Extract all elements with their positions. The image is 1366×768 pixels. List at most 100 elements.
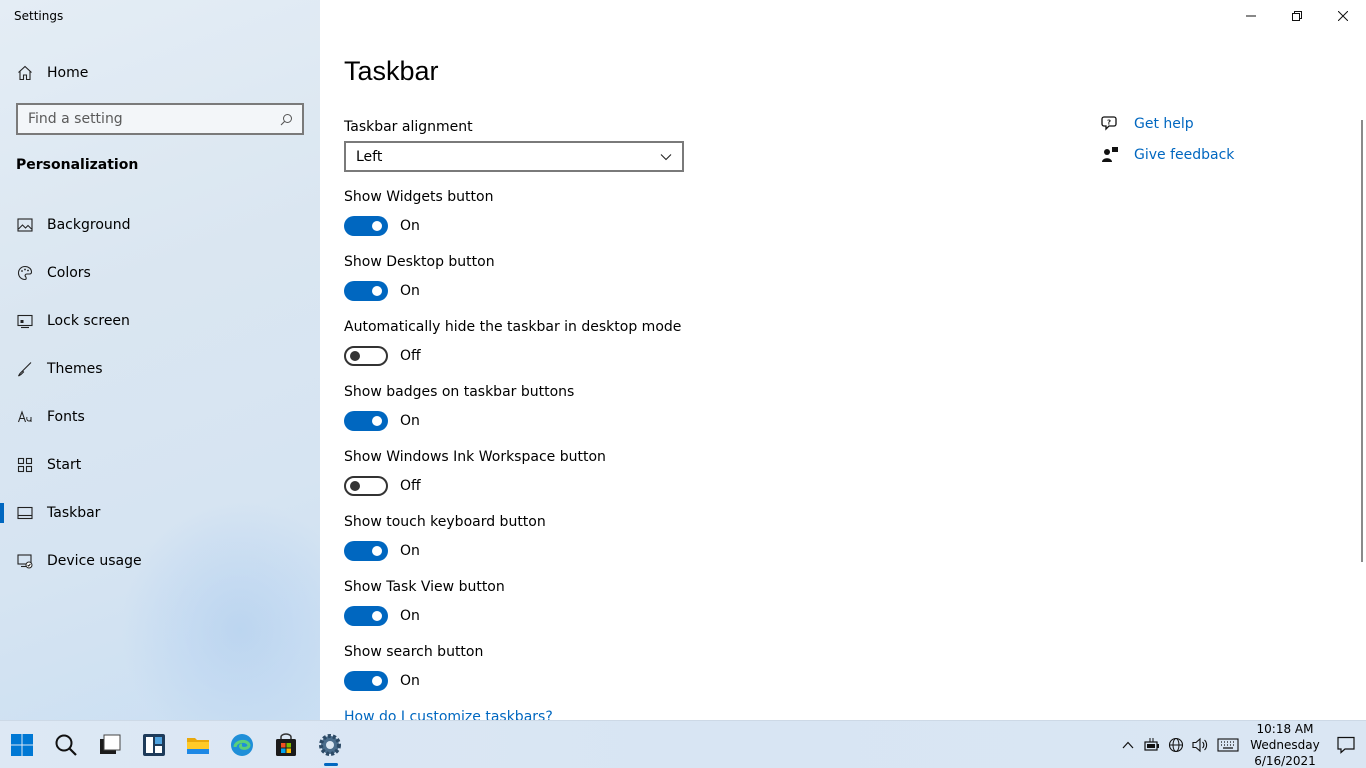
search-toggle-row: On <box>344 670 420 692</box>
clock[interactable]: 10:18 AM Wednesday 6/16/2021 <box>1250 721 1320 768</box>
start-grid-icon <box>16 456 34 474</box>
minimize-icon <box>1246 15 1256 17</box>
autohide-toggle-row: Off <box>344 345 421 367</box>
give-feedback-link[interactable]: Give feedback <box>1100 139 1234 170</box>
file-explorer-icon[interactable] <box>176 721 220 768</box>
toggle-label: Show Task View button <box>344 579 505 595</box>
fonts-icon <box>16 408 34 426</box>
restore-button[interactable] <box>1274 0 1320 32</box>
main-content: Taskbar Taskbar alignment Left Show Widg… <box>320 0 1366 720</box>
start-icon[interactable] <box>0 721 44 768</box>
feedback-person-icon <box>1100 145 1120 165</box>
nav-home-label: Home <box>47 65 89 81</box>
task-view-toggle[interactable] <box>344 606 388 626</box>
autohide-toggle[interactable] <box>344 346 388 366</box>
ink-toggle-row: Off <box>344 475 421 497</box>
help-panel: ? Get help Give feedback <box>1100 108 1234 170</box>
sidebar-item-label: Lock screen <box>47 313 130 329</box>
search-icon[interactable] <box>278 111 294 127</box>
settings-icon[interactable] <box>308 721 352 768</box>
toggle-label: Show touch keyboard button <box>344 514 546 530</box>
keyboard-icon[interactable] <box>1212 733 1244 757</box>
toggle-state: On <box>400 543 420 559</box>
sidebar-item-label: Fonts <box>47 409 85 425</box>
chevron-down-icon <box>660 151 672 163</box>
globe-icon[interactable] <box>1164 733 1188 757</box>
toggle-label: Show Desktop button <box>344 254 495 270</box>
ink-toggle[interactable] <box>344 476 388 496</box>
svg-text:?: ? <box>1107 118 1111 126</box>
search-icon[interactable] <box>44 721 88 768</box>
customize-taskbars-link[interactable]: How do I customize taskbars? <box>344 709 553 720</box>
app-title: Settings <box>14 9 64 23</box>
touch-keyboard-toggle-row: On <box>344 540 420 562</box>
clock-time: 10:18 AM <box>1256 722 1314 736</box>
sidebar-item-device-usage[interactable]: Device usage <box>0 537 320 585</box>
desktop-toggle[interactable] <box>344 281 388 301</box>
notification-icon[interactable] <box>1326 721 1366 768</box>
volume-icon[interactable] <box>1188 733 1212 757</box>
get-help-link[interactable]: ? Get help <box>1100 108 1234 139</box>
badges-toggle-row: On <box>344 410 420 432</box>
toggle-state: Off <box>400 348 421 364</box>
sidebar-item-fonts[interactable]: Fonts <box>0 393 320 441</box>
taskbar-icon <box>16 504 34 522</box>
minimize-button[interactable] <box>1228 0 1274 32</box>
battery-icon[interactable] <box>1140 733 1164 757</box>
scrollbar[interactable] <box>1361 120 1363 562</box>
toggle-state: Off <box>400 478 421 494</box>
toggle-label: Show Widgets button <box>344 189 494 205</box>
widgets-icon[interactable] <box>132 721 176 768</box>
sidebar-item-label: Background <box>47 217 131 233</box>
task-view-icon[interactable] <box>88 721 132 768</box>
toggle-label: Show Windows Ink Workspace button <box>344 449 606 465</box>
search-toggle[interactable] <box>344 671 388 691</box>
edge-icon[interactable] <box>220 721 264 768</box>
brush-icon <box>16 360 34 378</box>
get-help-label: Get help <box>1134 115 1194 132</box>
alignment-label: Taskbar alignment <box>344 119 473 135</box>
toggle-state: On <box>400 673 420 689</box>
sidebar-item-label: Colors <box>47 265 91 281</box>
palette-icon <box>16 264 34 282</box>
widgets-toggle[interactable] <box>344 216 388 236</box>
touch-keyboard-toggle[interactable] <box>344 541 388 561</box>
give-feedback-label: Give feedback <box>1134 146 1235 163</box>
help-chat-icon: ? <box>1100 114 1120 134</box>
search-input[interactable]: Find a setting <box>16 103 304 135</box>
sidebar-item-colors[interactable]: Colors <box>0 249 320 297</box>
toggle-state: On <box>400 608 420 624</box>
sidebar-item-themes[interactable]: Themes <box>0 345 320 393</box>
sidebar-item-background[interactable]: Background <box>0 201 320 249</box>
alignment-value: Left <box>356 148 383 165</box>
sidebar-item-label: Device usage <box>47 553 142 569</box>
home-icon <box>16 64 34 82</box>
sidebar-item-label: Start <box>47 457 82 473</box>
close-icon <box>1338 11 1348 21</box>
sidebar-item-lock-screen[interactable]: Lock screen <box>0 297 320 345</box>
clock-day: Wednesday <box>1250 738 1320 752</box>
toggle-state: On <box>400 413 420 429</box>
store-icon[interactable] <box>264 721 308 768</box>
close-button[interactable] <box>1320 0 1366 32</box>
toggle-label: Show search button <box>344 644 484 660</box>
clock-date: 6/16/2021 <box>1254 754 1316 768</box>
sidebar: Settings Home Find a setting Personaliza… <box>0 0 320 720</box>
sidebar-item-label: Themes <box>47 361 103 377</box>
toggle-state: On <box>400 218 420 234</box>
widgets-toggle-row: On <box>344 215 420 237</box>
desktop-toggle-row: On <box>344 280 420 302</box>
nav-home[interactable]: Home <box>0 57 320 89</box>
alignment-dropdown[interactable]: Left <box>344 141 684 172</box>
toggle-label: Automatically hide the taskbar in deskto… <box>344 319 682 335</box>
taskbar-apps <box>0 721 352 768</box>
sidebar-item-start[interactable]: Start <box>0 441 320 489</box>
badges-toggle[interactable] <box>344 411 388 431</box>
chevron-up-icon[interactable] <box>1116 733 1140 757</box>
task-view-toggle-row: On <box>344 605 420 627</box>
taskbar: 10:18 AM Wednesday 6/16/2021 <box>0 720 1366 768</box>
nav-list: Background Colors Lock screen Themes Fon… <box>0 201 320 585</box>
window-controls <box>1228 0 1366 32</box>
sidebar-item-taskbar[interactable]: Taskbar <box>0 489 320 537</box>
system-tray: 10:18 AM Wednesday 6/16/2021 <box>1116 721 1366 768</box>
